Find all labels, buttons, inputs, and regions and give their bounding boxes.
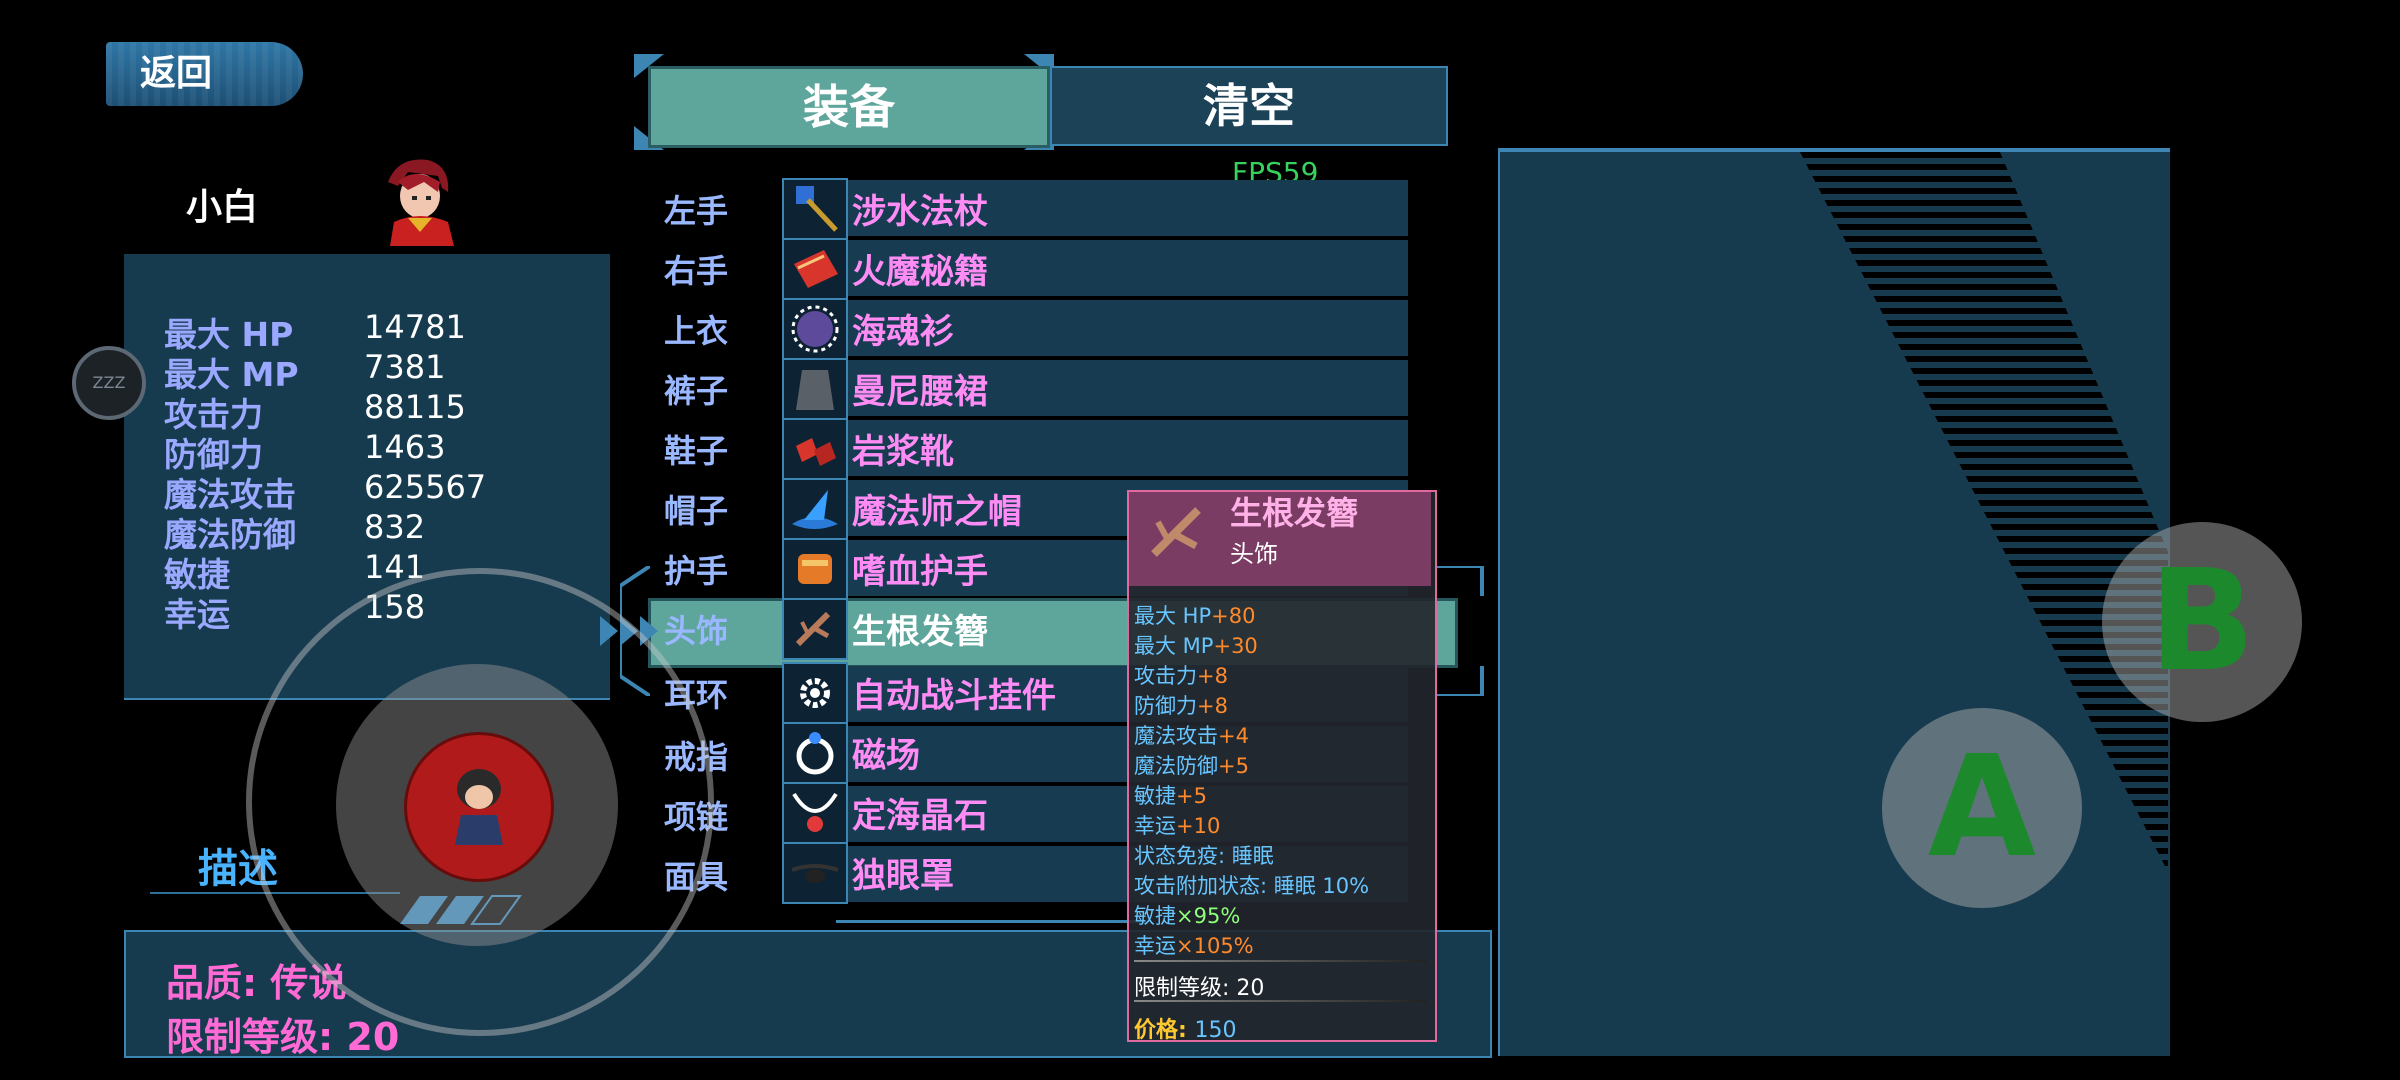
tooltip-stat-line: 攻击力+8 bbox=[1134, 664, 1228, 688]
slot-label: 头饰 bbox=[664, 612, 729, 650]
stat-magic-attack: 魔法攻击 625567 bbox=[164, 468, 544, 514]
stat-max-hp: 最大 HP 14781 bbox=[164, 308, 544, 354]
stat-attack: 攻击力 88115 bbox=[164, 388, 544, 434]
hairpin-icon bbox=[1151, 507, 1201, 557]
item-name: 嗜血护手 bbox=[852, 552, 988, 592]
tooltip-stat-line: 最大 MP+30 bbox=[1134, 634, 1258, 658]
tooltip-multiplier-line: 敏捷×95% bbox=[1134, 904, 1241, 928]
item-name: 海魂衫 bbox=[852, 312, 954, 352]
character-name: 小白 bbox=[186, 187, 259, 228]
item-name: 定海晶石 bbox=[852, 796, 988, 836]
slot-label: 裤子 bbox=[664, 372, 729, 410]
hairpin-icon bbox=[782, 598, 848, 660]
tooltip-stat-line: 魔法攻击+4 bbox=[1134, 724, 1249, 748]
tooltip-status-line: 攻击附加状态: 睡眠 10% bbox=[1134, 874, 1370, 898]
level-requirement-line: 限制等级: 20 bbox=[166, 1015, 400, 1059]
stat-value: 7381 bbox=[364, 348, 446, 386]
item-name: 涉水法杖 bbox=[852, 192, 988, 232]
stat-magic-defense: 魔法防御 832 bbox=[164, 508, 544, 554]
tooltip-stat-line: 最大 HP+80 bbox=[1134, 604, 1256, 628]
tooltip-divider bbox=[1134, 960, 1426, 962]
gauntlet-icon bbox=[782, 538, 848, 600]
item-name: 磁场 bbox=[852, 736, 920, 776]
tooltip-item-name: 生根发簪 bbox=[1230, 494, 1359, 532]
tab-clear[interactable]: 清空 bbox=[1050, 66, 1448, 146]
tooltip-status-line: 状态免疫: 睡眠 bbox=[1134, 844, 1274, 868]
spellbook-icon bbox=[782, 238, 848, 300]
tooltip-level: 限制等级: 20 bbox=[1134, 976, 1265, 1001]
shirt-icon bbox=[782, 298, 848, 360]
item-name: 曼尼腰裙 bbox=[852, 372, 988, 412]
ring-icon bbox=[782, 722, 848, 784]
stat-value: 625567 bbox=[364, 468, 487, 506]
stat-label: 幸运 bbox=[164, 595, 230, 634]
right-bracket-icon bbox=[1436, 566, 1484, 696]
stat-value: 14781 bbox=[364, 308, 466, 346]
tooltip-multiplier-line: 幸运×105% bbox=[1134, 934, 1254, 958]
stat-defense: 防御力 1463 bbox=[164, 428, 544, 474]
tooltip-price: 价格: 150 bbox=[1134, 1018, 1237, 1043]
item-name: 魔法师之帽 bbox=[852, 492, 1022, 532]
list-divider bbox=[836, 920, 1146, 923]
gear-pendant-icon bbox=[782, 662, 848, 724]
item-name: 火魔秘籍 bbox=[852, 252, 988, 292]
slot-label: 右手 bbox=[664, 252, 729, 290]
equipment-screen: 返回 小白 最大 HP 14781 最大 MP 7381 攻击力 88115 防御力 1… bbox=[0, 0, 2400, 1080]
item-name[interactable]: 生根发簪 bbox=[852, 604, 988, 653]
eyepatch-icon bbox=[782, 842, 848, 904]
stat-value: 88115 bbox=[364, 388, 466, 426]
b-button[interactable]: B bbox=[2102, 522, 2302, 722]
tooltip-stat-line: 防御力+8 bbox=[1134, 694, 1228, 718]
item-name: 自动战斗挂件 bbox=[852, 676, 1056, 716]
stat-value: 1463 bbox=[364, 428, 446, 466]
tooltip-divider bbox=[1134, 1000, 1426, 1002]
item-name: 独眼罩 bbox=[852, 856, 954, 896]
slot-label: 护手 bbox=[664, 552, 729, 590]
slot-label: 左手 bbox=[664, 192, 729, 230]
item-name: 岩浆靴 bbox=[852, 432, 954, 472]
boots-icon bbox=[782, 418, 848, 480]
slot-label: 帽子 bbox=[664, 492, 729, 530]
tooltip-stat-line: 敏捷+5 bbox=[1134, 784, 1207, 808]
joystick-knob[interactable] bbox=[404, 732, 554, 882]
slot-label: 上衣 bbox=[664, 312, 729, 350]
staff-icon bbox=[782, 178, 848, 240]
character-portrait-icon bbox=[388, 159, 454, 246]
tooltip-item-type: 头饰 bbox=[1230, 540, 1278, 568]
tooltip-stat-line: 魔法防御+5 bbox=[1134, 754, 1249, 778]
necklace-icon bbox=[782, 782, 848, 844]
wizard-hat-icon bbox=[782, 478, 848, 540]
stat-value: 832 bbox=[364, 508, 426, 546]
slot-label: 鞋子 bbox=[664, 432, 729, 470]
sleep-icon[interactable]: ZZZ bbox=[72, 346, 146, 420]
skirt-icon bbox=[782, 358, 848, 420]
player-avatar-icon bbox=[455, 769, 503, 845]
stat-max-mp: 最大 MP 7381 bbox=[164, 348, 544, 394]
tab-equip[interactable]: 装备 bbox=[648, 66, 1050, 148]
tooltip-stat-line: 幸运+10 bbox=[1134, 814, 1221, 838]
back-button[interactable]: 返回 bbox=[106, 42, 303, 106]
a-button[interactable]: A bbox=[1882, 708, 2082, 908]
